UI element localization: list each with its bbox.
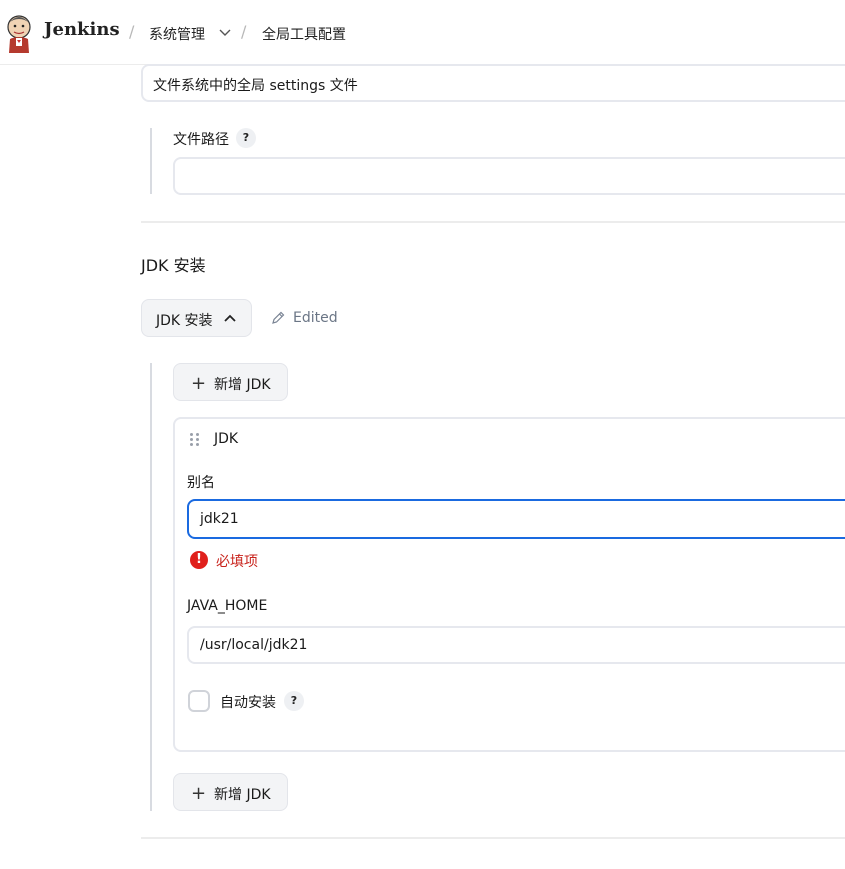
chevron-up-icon [224, 314, 236, 322]
auto-install-label: 自动安装 [220, 695, 276, 711]
edited-indicator: Edited [293, 310, 338, 326]
alias-label: 别名 [187, 475, 215, 491]
chevron-down-icon[interactable] [219, 28, 231, 38]
jdk-section-title: JDK 安装 [141, 256, 206, 275]
java-home-value: /usr/local/jdk21 [200, 637, 308, 653]
pencil-icon [272, 311, 285, 324]
alias-required-error: 必填项 [216, 554, 258, 570]
breadcrumb-global-tool-config[interactable]: 全局工具配置 [262, 24, 346, 44]
section-divider [141, 837, 845, 839]
alias-value: jdk21 [200, 511, 239, 527]
jdk-item-heading: JDK [214, 431, 239, 447]
breadcrumb-system-management[interactable]: 系统管理 [149, 24, 205, 44]
jdk-toggle-label: JDK 安装 [156, 313, 213, 329]
drag-handle-icon[interactable] [190, 433, 200, 447]
settings-provider-value: 文件系统中的全局 settings 文件 [153, 78, 358, 94]
add-jdk-label: 新增 JDK [214, 377, 271, 393]
plus-icon: + [191, 373, 207, 394]
breadcrumb-separator: / [129, 22, 135, 41]
jdk-installations-toggle-button[interactable]: JDK 安装 [141, 299, 252, 337]
help-icon[interactable]: ? [284, 691, 304, 711]
section-indent-bar [150, 128, 152, 194]
file-path-label: 文件路径 [173, 132, 229, 148]
add-jdk-button[interactable]: + 新增 JDK [173, 773, 288, 811]
plus-icon: + [191, 783, 207, 804]
file-path-input[interactable] [173, 157, 845, 195]
jenkins-logo-icon[interactable] [5, 13, 33, 53]
add-jdk-button[interactable]: + 新增 JDK [173, 363, 288, 401]
error-icon: ! [190, 551, 208, 569]
add-jdk-label: 新增 JDK [214, 787, 271, 803]
alias-input[interactable]: jdk21 [187, 499, 845, 539]
java-home-label: JAVA_HOME [187, 598, 268, 614]
help-icon[interactable]: ? [236, 128, 256, 148]
section-divider [141, 221, 845, 223]
section-indent-bar [150, 363, 152, 811]
breadcrumb-separator: / [241, 22, 247, 41]
brand-title[interactable]: Jenkins [44, 19, 120, 40]
top-navigation-bar: Jenkins / 系统管理 / 全局工具配置 [0, 0, 845, 65]
java-home-input[interactable]: /usr/local/jdk21 [187, 626, 845, 664]
settings-provider-select[interactable]: 文件系统中的全局 settings 文件 [141, 64, 845, 102]
auto-install-checkbox[interactable] [188, 690, 210, 712]
